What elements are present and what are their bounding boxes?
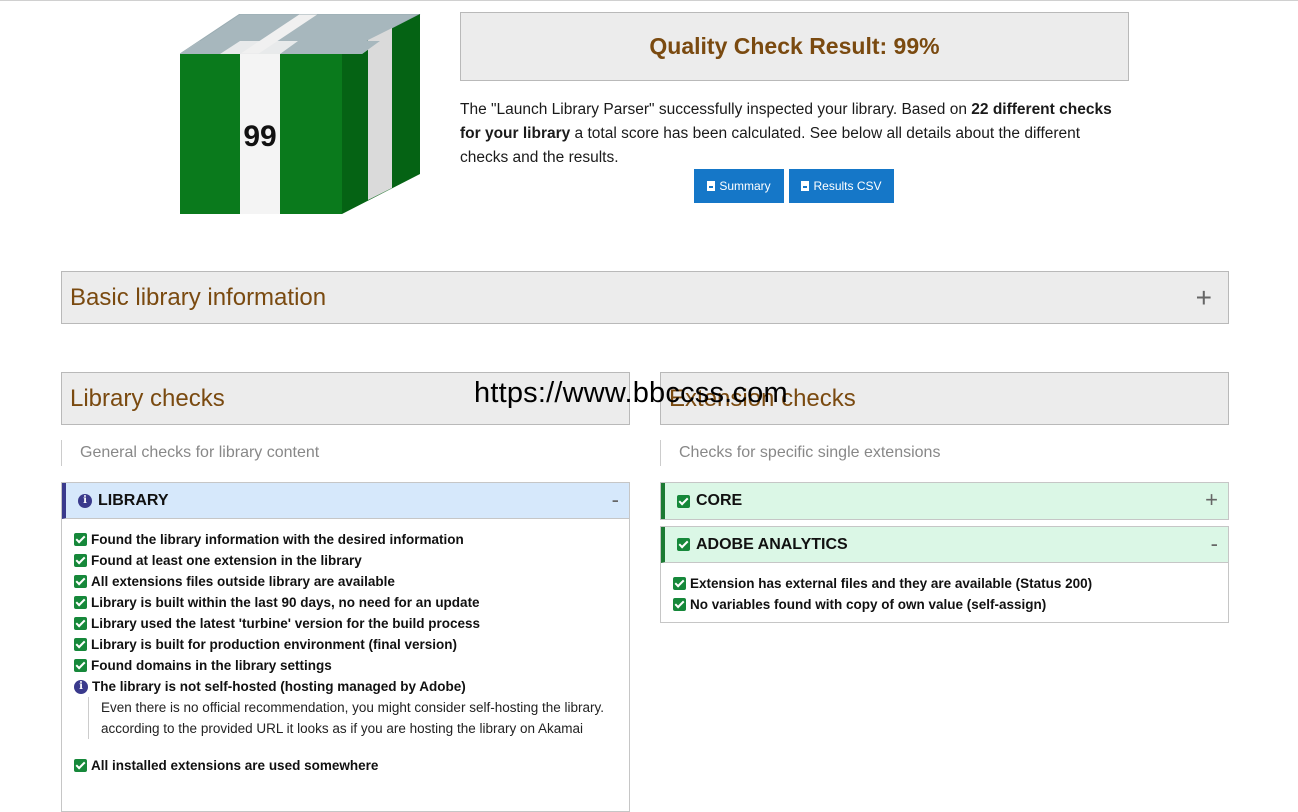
library-panel: i LIBRARY - Found the library informatio… bbox=[61, 482, 630, 812]
expand-plus-icon[interactable]: + bbox=[1196, 282, 1212, 314]
checkbox-check-icon bbox=[673, 598, 686, 611]
result-text-part1: The "Launch Library Parser" successfully… bbox=[460, 101, 972, 118]
result-header: Quality Check Result: 99% bbox=[460, 12, 1129, 81]
library-checks-subtitle: General checks for library content bbox=[61, 440, 319, 466]
adobe-analytics-panel: ADOBE ANALYTICS - Extension has external… bbox=[660, 526, 1229, 623]
checkbox-check-icon bbox=[673, 577, 686, 590]
checkbox-check-icon bbox=[74, 759, 87, 772]
basic-library-info-header[interactable]: Basic library information + bbox=[61, 271, 1229, 324]
check-label: Found at least one extension in the libr… bbox=[91, 553, 362, 568]
checkbox-check-icon bbox=[74, 533, 87, 546]
check-label: Library is built for production environm… bbox=[91, 637, 458, 652]
adobe-analytics-check-list: Extension has external files and they ar… bbox=[661, 563, 1228, 615]
extension-checks-subtitle: Checks for specific single extensions bbox=[660, 440, 940, 466]
watermark-url: https://www.bbccss.com bbox=[474, 377, 788, 409]
info-note: Even there is no official recommendation… bbox=[88, 697, 608, 739]
check-label: Found domains in the library settings bbox=[91, 658, 332, 673]
info-icon: i bbox=[74, 679, 88, 694]
checkbox-check-icon bbox=[74, 575, 87, 588]
results-csv-button[interactable]: Results CSV bbox=[789, 169, 894, 203]
collapse-minus-icon[interactable]: - bbox=[1211, 531, 1218, 557]
score-cube: 99 bbox=[180, 14, 422, 214]
list-item: Found domains in the library settings bbox=[74, 655, 629, 676]
list-item: Library is built within the last 90 days… bbox=[74, 592, 629, 613]
list-item: No variables found with copy of own valu… bbox=[673, 594, 1228, 615]
core-panel-header[interactable]: CORE + bbox=[661, 483, 1228, 519]
summary-button-label: Summary bbox=[719, 179, 771, 193]
checkbox-check-icon bbox=[677, 538, 690, 551]
library-panel-title: LIBRARY bbox=[98, 491, 169, 509]
checkbox-check-icon bbox=[74, 554, 87, 567]
adobe-analytics-panel-header[interactable]: ADOBE ANALYTICS - bbox=[661, 527, 1228, 563]
check-label: All extensions files outside library are… bbox=[91, 574, 395, 589]
cube-graphic bbox=[180, 14, 421, 214]
checkbox-check-icon bbox=[74, 617, 87, 630]
check-label: All installed extensions are used somewh… bbox=[91, 758, 379, 773]
list-item: Found at least one extension in the libr… bbox=[74, 550, 629, 571]
basic-library-info-title: Basic library information bbox=[70, 284, 327, 311]
list-item: Found the library information with the d… bbox=[74, 529, 629, 550]
check-label: Extension has external files and they ar… bbox=[690, 576, 1093, 591]
check-label: Found the library information with the d… bbox=[91, 532, 464, 547]
list-item: Library is built for production environm… bbox=[74, 634, 629, 655]
collapse-minus-icon[interactable]: - bbox=[612, 487, 619, 513]
core-panel-title: CORE bbox=[696, 492, 743, 509]
file-icon bbox=[801, 181, 810, 191]
list-item: Extension has external files and they ar… bbox=[673, 573, 1228, 594]
check-label: No variables found with copy of own valu… bbox=[690, 597, 1047, 612]
result-title: Quality Check Result: 99% bbox=[649, 33, 940, 59]
list-item: Library used the latest 'turbine' versio… bbox=[74, 613, 629, 634]
list-item: All installed extensions are used somewh… bbox=[74, 755, 629, 776]
checkbox-check-icon bbox=[677, 494, 690, 508]
adobe-analytics-panel-title: ADOBE ANALYTICS bbox=[696, 535, 848, 553]
list-item: All extensions files outside library are… bbox=[74, 571, 629, 592]
file-icon bbox=[707, 181, 716, 191]
checkbox-check-icon bbox=[74, 659, 87, 672]
library-panel-header[interactable]: i LIBRARY - bbox=[62, 483, 629, 519]
info-icon: i bbox=[78, 493, 92, 508]
info-label: The library is not self-hosted (hosting … bbox=[92, 679, 466, 694]
list-item-info: i The library is not self-hosted (hosting… bbox=[74, 676, 629, 697]
cube-score-value: 99 bbox=[243, 120, 277, 153]
checkbox-check-icon bbox=[74, 596, 87, 609]
expand-plus-icon[interactable]: + bbox=[1205, 487, 1218, 513]
library-check-list: Found the library information with the d… bbox=[62, 519, 629, 776]
core-panel: CORE + bbox=[660, 482, 1229, 520]
library-checks-title: Library checks bbox=[70, 385, 225, 412]
checkbox-check-icon bbox=[74, 638, 87, 651]
results-csv-button-label: Results CSV bbox=[813, 179, 882, 193]
check-label: Library is built within the last 90 days… bbox=[91, 595, 480, 610]
summary-button[interactable]: Summary bbox=[694, 169, 784, 203]
top-border bbox=[0, 0, 1298, 5]
result-description: The "Launch Library Parser" successfully… bbox=[460, 98, 1120, 170]
check-label: Library used the latest 'turbine' versio… bbox=[91, 616, 481, 631]
